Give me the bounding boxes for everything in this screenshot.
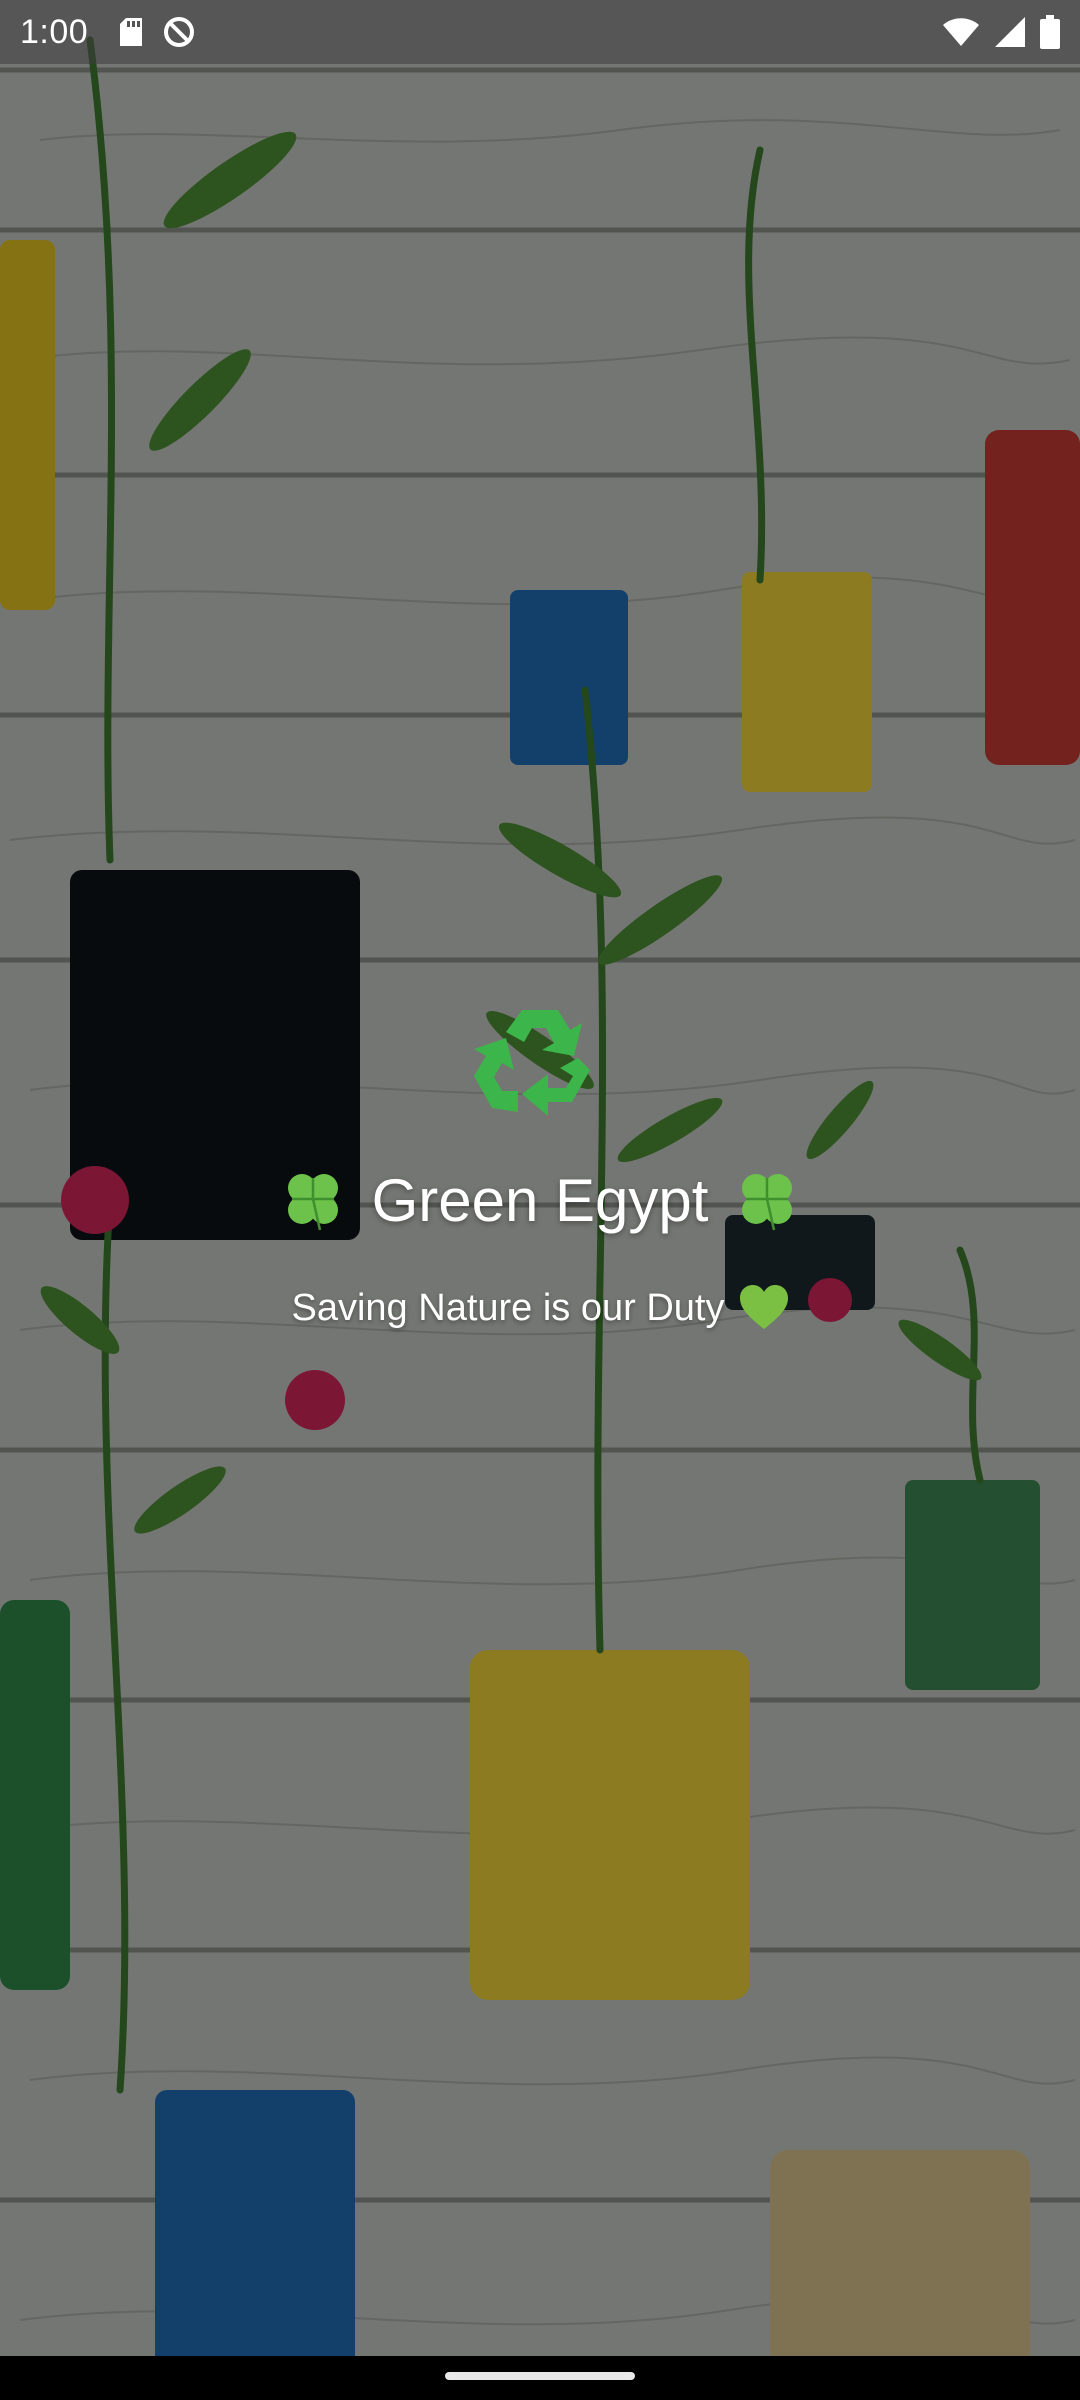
four-leaf-clover-icon: [734, 1168, 800, 1234]
green-heart-icon: [740, 1285, 789, 1331]
do-not-disturb-icon: [162, 15, 196, 49]
splash-content: Green Egypt Saving Nature is our Duty: [0, 990, 1080, 1331]
wifi-icon: [942, 17, 980, 47]
battery-icon: [1040, 15, 1060, 49]
app-title: Green Egypt: [371, 1167, 709, 1234]
app-subtitle: Saving Nature is our Duty: [291, 1286, 725, 1329]
navigation-bar: [0, 2356, 1080, 2400]
cellular-signal-icon: [994, 16, 1026, 48]
four-leaf-clover-icon: [280, 1168, 346, 1234]
title-row: Green Egypt: [280, 1166, 801, 1235]
status-system-icons: [942, 15, 1060, 49]
status-notification-icons: [118, 15, 196, 49]
home-gesture-handle[interactable]: [445, 2372, 635, 2380]
recycle-icon: [470, 990, 610, 1130]
status-time: 1:00: [20, 12, 89, 51]
subtitle-row: Saving Nature is our Duty: [292, 1285, 789, 1331]
sd-card-icon: [118, 17, 144, 47]
status-bar: 1:00: [0, 0, 1080, 64]
